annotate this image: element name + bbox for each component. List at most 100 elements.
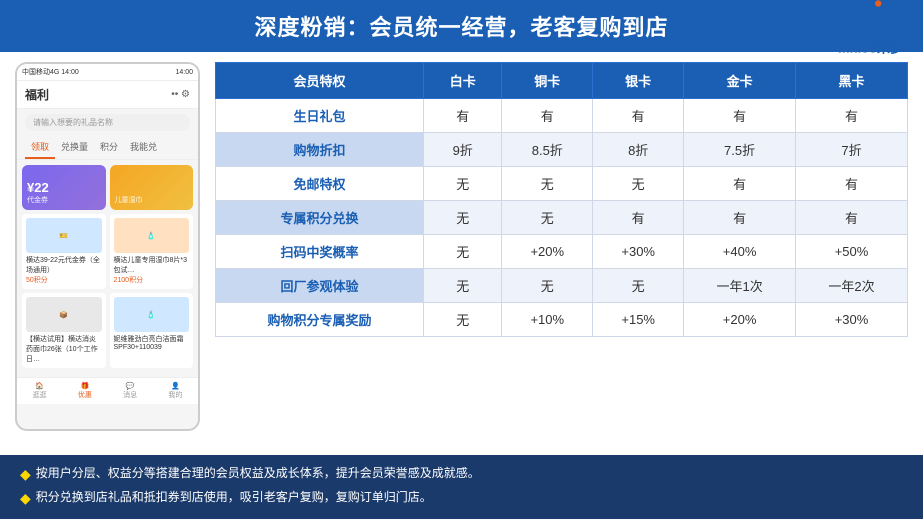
table-row: 回厂参观体验无无无一年1次一年2次 bbox=[216, 269, 908, 303]
product-name-4: 妮维雅劲白亮白洁面霜SPF30+110039 bbox=[114, 334, 190, 351]
col-header-gold: 金卡 bbox=[684, 63, 796, 99]
table-cell-feature: 购物积分专属奖励 bbox=[216, 303, 424, 337]
table-cell-value: +50% bbox=[796, 235, 908, 269]
product-img-2: 🧴 bbox=[114, 218, 190, 253]
table-cell-value: 有 bbox=[796, 99, 908, 133]
phone-product-row-2: 📦 【横达试用】横达消炎药面巾26张（10个工作日… 🧴 妮维雅劲白亮白洁面霜S… bbox=[22, 293, 193, 368]
table-cell-value: +30% bbox=[593, 235, 684, 269]
table-cell-value: 无 bbox=[424, 167, 502, 201]
logo-text: midoo米多 bbox=[838, 38, 903, 57]
product-name-1: 横达39-22元代金券（全场通用） bbox=[26, 255, 102, 275]
col-header-silver: 银卡 bbox=[593, 63, 684, 99]
phone-product-3: 📦 【横达试用】横达消炎药面巾26张（10个工作日… bbox=[22, 293, 106, 368]
footer: ◆ 按用户分层、权益分等搭建合理的会员权益及成长体系，提升会员荣誉感及成就感。 … bbox=[0, 455, 923, 519]
phone-wipes-card: 儿童湿巾 bbox=[110, 165, 194, 210]
page-title: 深度粉销：会员统一经营，老客复购到店 bbox=[254, 15, 668, 40]
phone-coupon-card: ¥22 代金券 bbox=[22, 165, 106, 210]
bullet-2: ◆ bbox=[20, 487, 31, 511]
carrier-info: 中国移动4G 14:00 bbox=[22, 67, 79, 77]
table-cell-value: 有 bbox=[684, 167, 796, 201]
search-placeholder: 请输入想要的礼品名称 bbox=[33, 118, 113, 127]
table-cell-value: 8.5折 bbox=[502, 133, 593, 167]
table-row: 免邮特权无无无有有 bbox=[216, 167, 908, 201]
table-cell-value: +15% bbox=[593, 303, 684, 337]
product-name-2: 横达儿童专用湿巾8片*3包试… bbox=[114, 255, 190, 275]
table-cell-value: +30% bbox=[796, 303, 908, 337]
table-cell-value: 有 bbox=[684, 201, 796, 235]
table-cell-value: 无 bbox=[424, 269, 502, 303]
phone-product-2: 🧴 横达儿童专用湿巾8片*3包试… 2100积分 bbox=[110, 214, 194, 289]
table-area: 会员特权 白卡 铜卡 银卡 金卡 黑卡 生日礼包有有有有有购物折扣9折8.5折8… bbox=[215, 62, 908, 431]
col-header-bronze: 铜卡 bbox=[502, 63, 593, 99]
table-cell-value: 无 bbox=[502, 167, 593, 201]
table-cell-value: +20% bbox=[502, 235, 593, 269]
table-cell-value: 有 bbox=[593, 201, 684, 235]
phone-nav-title: 福利 bbox=[25, 86, 49, 103]
phone-tabs: 领取 兑换量 积分 我能兑 bbox=[17, 136, 198, 160]
table-cell-feature: 扫码中奖概率 bbox=[216, 235, 424, 269]
table-cell-value: 无 bbox=[502, 269, 593, 303]
phone-tab-lingqu[interactable]: 领取 bbox=[25, 136, 55, 159]
footer-text-2: 积分兑换到店礼品和抵扣券到店使用，吸引老客户复购，复购订单归门店。 bbox=[36, 487, 432, 507]
table-cell-feature: 生日礼包 bbox=[216, 99, 424, 133]
table-cell-value: 有 bbox=[796, 201, 908, 235]
main-content: 中国移动4G 14:00 14:00 福利 •• ⚙ 请输入想要的礼品名称 领取… bbox=[0, 52, 923, 441]
time: 14:00 bbox=[175, 69, 193, 76]
table-cell-feature: 回厂参观体验 bbox=[216, 269, 424, 303]
header: 深度粉销：会员统一经营，老客复购到店 midoo米多 bbox=[0, 0, 923, 52]
logo-area: midoo米多 bbox=[838, 0, 903, 57]
table-cell-value: 有 bbox=[684, 99, 796, 133]
table-row: 购物折扣9折8.5折8折7.5折7折 bbox=[216, 133, 908, 167]
table-cell-feature: 专属积分兑换 bbox=[216, 201, 424, 235]
logo-icon bbox=[851, 0, 891, 36]
table-cell-value: 一年2次 bbox=[796, 269, 908, 303]
product-img-1: 🎫 bbox=[26, 218, 102, 253]
phone-nav-icons: •• ⚙ bbox=[171, 89, 190, 100]
card2-desc: 儿童湿巾 bbox=[115, 195, 189, 205]
phone-status-bar: 中国移动4G 14:00 14:00 bbox=[17, 64, 198, 81]
phone-tab-nengdui[interactable]: 我能兑 bbox=[124, 136, 163, 159]
phone-card-row-1: ¥22 代金券 儿童湿巾 bbox=[22, 165, 193, 210]
bullet-1: ◆ bbox=[20, 463, 31, 487]
table-cell-value: 无 bbox=[593, 269, 684, 303]
table-cell-value: +40% bbox=[684, 235, 796, 269]
table-cell-value: 有 bbox=[593, 99, 684, 133]
phone-nav-guang[interactable]: 🏠逛逛 bbox=[33, 382, 47, 400]
table-cell-value: 7折 bbox=[796, 133, 908, 167]
table-cell-value: 无 bbox=[424, 201, 502, 235]
table-cell-value: 无 bbox=[502, 201, 593, 235]
phone-product-1: 🎫 横达39-22元代金券（全场通用） 50积分 bbox=[22, 214, 106, 289]
table-cell-value: 9折 bbox=[424, 133, 502, 167]
product-name-3: 【横达试用】横达消炎药面巾26张（10个工作日… bbox=[26, 334, 102, 364]
phone-mockup: 中国移动4G 14:00 14:00 福利 •• ⚙ 请输入想要的礼品名称 领取… bbox=[15, 62, 200, 431]
table-cell-feature: 购物折扣 bbox=[216, 133, 424, 167]
phone-nav-youhui[interactable]: 🎁优惠 bbox=[78, 382, 92, 400]
table-cell-value: 无 bbox=[424, 235, 502, 269]
card-amount: ¥22 bbox=[27, 180, 101, 195]
product-img-4: 🧴 bbox=[114, 297, 190, 332]
phone-product-4: 🧴 妮维雅劲白亮白洁面霜SPF30+110039 bbox=[110, 293, 194, 368]
table-cell-feature: 免邮特权 bbox=[216, 167, 424, 201]
table-cell-value: 有 bbox=[424, 99, 502, 133]
phone-nav-wode[interactable]: 👤我的 bbox=[168, 382, 182, 400]
phone-search-bar[interactable]: 请输入想要的礼品名称 bbox=[25, 114, 190, 131]
footer-item-1: ◆ 按用户分层、权益分等搭建合理的会员权益及成长体系，提升会员荣誉感及成就感。 bbox=[20, 463, 903, 487]
product-pts-2: 2100积分 bbox=[114, 275, 190, 285]
table-row: 扫码中奖概率无+20%+30%+40%+50% bbox=[216, 235, 908, 269]
phone-nav-bar: 福利 •• ⚙ bbox=[17, 81, 198, 109]
table-cell-value: 一年1次 bbox=[684, 269, 796, 303]
product-pts-1: 50积分 bbox=[26, 275, 102, 285]
table-row: 专属积分兑换无无有有有 bbox=[216, 201, 908, 235]
member-privilege-table: 会员特权 白卡 铜卡 银卡 金卡 黑卡 生日礼包有有有有有购物折扣9折8.5折8… bbox=[215, 62, 908, 337]
table-row: 购物积分专属奖励无+10%+15%+20%+30% bbox=[216, 303, 908, 337]
footer-item-2: ◆ 积分兑换到店礼品和抵扣券到店使用，吸引老客户复购，复购订单归门店。 bbox=[20, 487, 903, 511]
phone-tab-duihuan[interactable]: 兑换量 bbox=[55, 136, 94, 159]
table-row: 生日礼包有有有有有 bbox=[216, 99, 908, 133]
card-desc: 代金券 bbox=[27, 195, 101, 205]
phone-tab-jifen[interactable]: 积分 bbox=[94, 136, 124, 159]
table-cell-value: +10% bbox=[502, 303, 593, 337]
phone-nav-xiaoxi[interactable]: 💬消息 bbox=[123, 382, 137, 400]
phone-bottom-nav: 🏠逛逛 🎁优惠 💬消息 👤我的 bbox=[17, 377, 198, 404]
product-img-3: 📦 bbox=[26, 297, 102, 332]
col-header-white: 白卡 bbox=[424, 63, 502, 99]
